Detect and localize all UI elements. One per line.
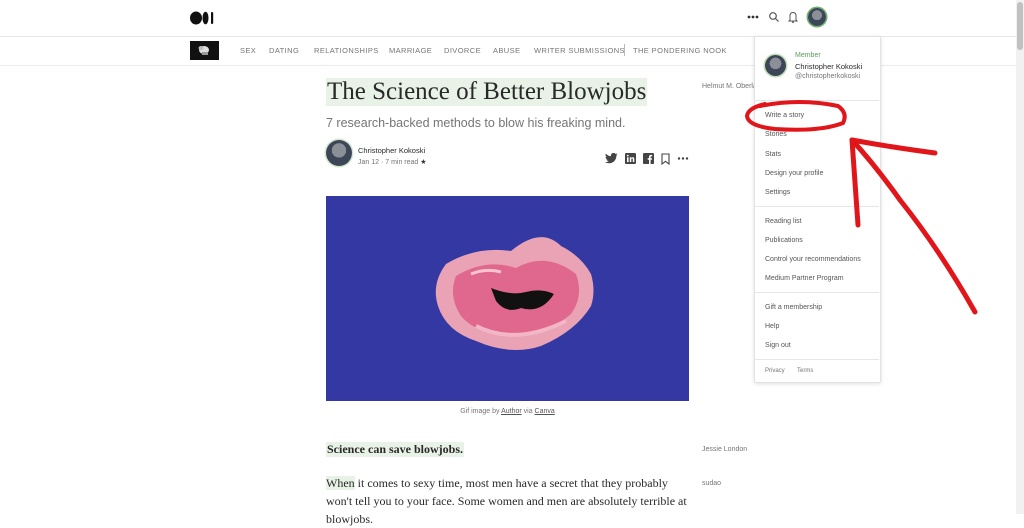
scrollbar-thumb[interactable]: [1017, 2, 1023, 50]
nav-separator: [624, 44, 625, 56]
menu-terms-link[interactable]: Terms: [797, 368, 813, 374]
linkedin-icon[interactable]: [625, 153, 636, 167]
highlighted-word: When: [326, 476, 355, 490]
publication-logo[interactable]: [190, 41, 219, 60]
menu-partner-program[interactable]: Medium Partner Program: [765, 275, 844, 282]
author-avatar[interactable]: [326, 140, 352, 166]
paragraph-line2: won't tell you to your face. Some women …: [326, 494, 687, 508]
member-star-icon: ★: [420, 159, 427, 166]
article-more-icon[interactable]: [677, 153, 689, 167]
article-subtitle: 7 research-backed methods to blow his fr…: [326, 116, 626, 130]
search-icon[interactable]: [768, 10, 780, 29]
bell-icon[interactable]: [787, 10, 799, 29]
side-highlight-note[interactable]: sudao: [702, 480, 721, 487]
author-name[interactable]: Christopher Kokoski: [358, 146, 425, 155]
bookmark-icon[interactable]: [661, 153, 670, 168]
menu-divider: [755, 292, 879, 293]
menu-control-recommendations[interactable]: Control your recommendations: [765, 256, 861, 263]
nav-item-writer-submissions[interactable]: WRITER SUBMISSIONS: [534, 46, 625, 55]
menu-stories[interactable]: Stories: [765, 131, 787, 138]
menu-divider: [755, 206, 879, 207]
date-readtime: Jan 12 · 7 min read: [358, 159, 419, 166]
twitter-icon[interactable]: [605, 152, 618, 167]
caption-via: via: [523, 408, 533, 415]
side-highlight-note[interactable]: Helmut M. Oberla: [702, 83, 757, 90]
more-dots-icon[interactable]: [747, 10, 759, 29]
member-label: Member: [795, 52, 821, 59]
menu-design-profile[interactable]: Design your profile: [765, 170, 823, 177]
section-heading: Science can save blowjobs.: [326, 442, 464, 457]
caption-author-link[interactable]: Author: [501, 408, 522, 415]
user-avatar-button[interactable]: [808, 8, 826, 26]
menu-avatar[interactable]: [765, 55, 786, 76]
nav-item-marriage[interactable]: MARRIAGE: [389, 46, 432, 55]
paragraph-line3: blowjobs.: [326, 512, 374, 526]
nav-item-relationships[interactable]: RELATIONSHIPS: [314, 46, 379, 55]
menu-sign-out[interactable]: Sign out: [765, 342, 791, 349]
facebook-icon[interactable]: [643, 153, 654, 167]
nav-item-divorce[interactable]: DIVORCE: [444, 46, 481, 55]
top-bar: [0, 0, 1016, 37]
side-highlight-note[interactable]: Jessie London: [702, 446, 747, 453]
menu-reading-list[interactable]: Reading list: [765, 218, 802, 225]
user-dropdown-menu: [754, 36, 881, 383]
paragraph-line1: it comes to sexy time, most men have a s…: [354, 476, 668, 490]
menu-divider: [755, 359, 879, 360]
menu-divider: [755, 100, 879, 101]
menu-settings[interactable]: Settings: [765, 189, 790, 196]
image-caption: Gif image by Author via Canva: [326, 408, 689, 415]
scrollbar-track[interactable]: [1016, 0, 1024, 514]
lips-illustration: [435, 237, 594, 350]
nav-item-abuse[interactable]: ABUSE: [493, 46, 520, 55]
menu-write-story[interactable]: Write a story: [765, 112, 804, 119]
medium-logo-icon[interactable]: [190, 11, 214, 30]
nav-item-sex[interactable]: SEX: [240, 46, 256, 55]
menu-publications[interactable]: Publications: [765, 237, 803, 244]
article-paragraph: When it comes to sexy time, most men hav…: [326, 474, 696, 528]
caption-source-link[interactable]: Canva: [535, 408, 555, 415]
menu-user-name[interactable]: Christopher Kokoski: [795, 62, 862, 71]
menu-privacy-link[interactable]: Privacy: [765, 368, 785, 374]
menu-user-handle[interactable]: @christopherkokoski: [795, 73, 860, 80]
menu-stats[interactable]: Stats: [765, 151, 781, 158]
article-meta: Jan 12 · 7 min read ★: [358, 158, 427, 166]
hero-image: [326, 196, 689, 401]
nav-item-pondering-nook[interactable]: THE PONDERING NOOK: [633, 46, 727, 55]
menu-gift-membership[interactable]: Gift a membership: [765, 304, 822, 311]
menu-help[interactable]: Help: [765, 323, 779, 330]
caption-prefix: Gif image by: [460, 408, 500, 415]
nav-item-dating[interactable]: DATING: [269, 46, 299, 55]
article-title: The Science of Better Blowjobs: [326, 78, 648, 106]
